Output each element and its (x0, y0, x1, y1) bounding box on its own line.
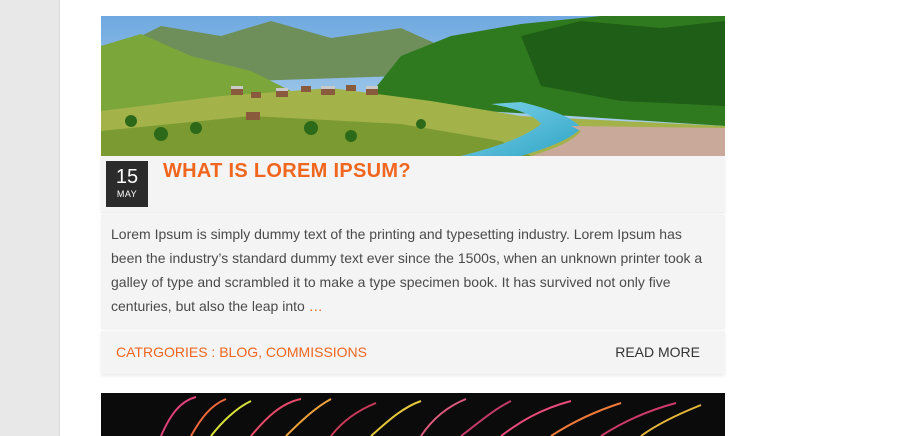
post-title-link[interactable]: WHAT IS LOREM IPSUM? (163, 158, 411, 184)
date-badge: 15 MAY (106, 161, 148, 207)
category-link-blog[interactable]: BLOG (219, 344, 258, 360)
categories-prefix: CATRGORIES : (116, 344, 220, 360)
post-featured-image[interactable] (101, 16, 725, 156)
excerpt-ellipsis: … (308, 298, 323, 314)
next-post-featured-image[interactable] (101, 393, 725, 436)
category-link-commissions[interactable]: COMMISSIONS (266, 344, 367, 360)
landscape-image (101, 16, 725, 156)
read-more-link[interactable]: READ MORE (615, 344, 700, 360)
blog-post-card: 15 MAY WHAT IS LOREM IPSUM? Lorem Ipsum … (101, 16, 725, 374)
page: 15 MAY WHAT IS LOREM IPSUM? Lorem Ipsum … (0, 0, 902, 436)
abstract-art-image (101, 393, 725, 436)
post-footer: CATRGORIES : BLOG, COMMISSIONS READ MORE (101, 331, 725, 374)
categories: CATRGORIES : BLOG, COMMISSIONS (116, 344, 368, 360)
excerpt-text: Lorem Ipsum is simply dummy text of the … (111, 226, 703, 314)
date-day: 15 (115, 166, 139, 188)
date-month: MAY (116, 189, 138, 199)
post-header: 15 MAY WHAT IS LOREM IPSUM? (101, 156, 725, 212)
post-excerpt: Lorem Ipsum is simply dummy text of the … (101, 215, 725, 328)
left-gutter (0, 0, 60, 436)
